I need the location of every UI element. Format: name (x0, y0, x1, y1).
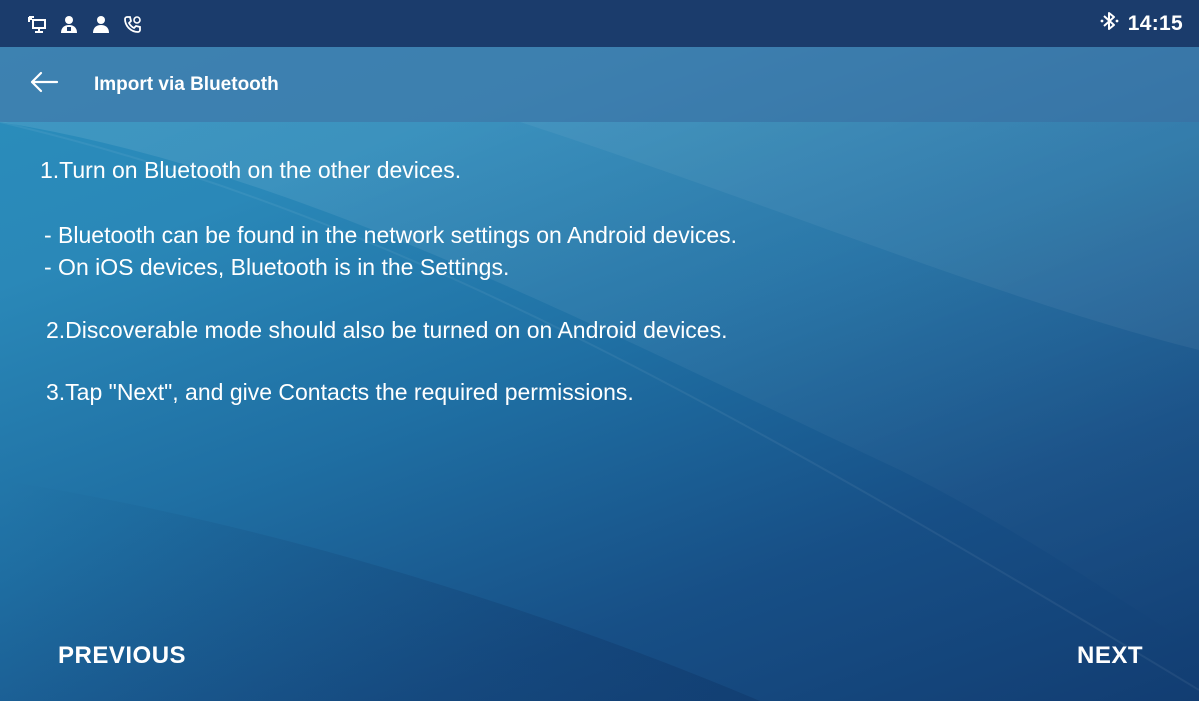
next-button[interactable]: NEXT (1077, 636, 1143, 676)
page-title: Import via Bluetooth (94, 73, 279, 95)
app-bar: Import via Bluetooth (0, 47, 1199, 122)
status-icons-left (0, 13, 144, 35)
contact-icon (90, 13, 112, 35)
previous-button[interactable]: PREVIOUS (58, 636, 186, 676)
contact-icon (58, 13, 80, 35)
instruction-note-ios: - On iOS devices, Bluetooth is in the Se… (44, 254, 510, 280)
status-bar: 14:15 (0, 0, 1199, 47)
instruction-step-3: 3.Tap "Next", and give Contacts the requ… (46, 379, 634, 405)
call-forward-icon (122, 13, 144, 35)
arrow-left-icon (29, 71, 59, 98)
status-time: 14:15 (1127, 11, 1183, 35)
status-icons-right: 14:15 (1100, 10, 1199, 37)
bluetooth-icon (1100, 10, 1120, 37)
network-icon (26, 13, 48, 35)
back-button[interactable] (22, 63, 66, 107)
instruction-note-android: - Bluetooth can be found in the network … (44, 222, 737, 248)
instruction-step-1: 1.Turn on Bluetooth on the other devices… (40, 157, 462, 183)
instruction-step-2: 2.Discoverable mode should also be turne… (46, 317, 728, 343)
